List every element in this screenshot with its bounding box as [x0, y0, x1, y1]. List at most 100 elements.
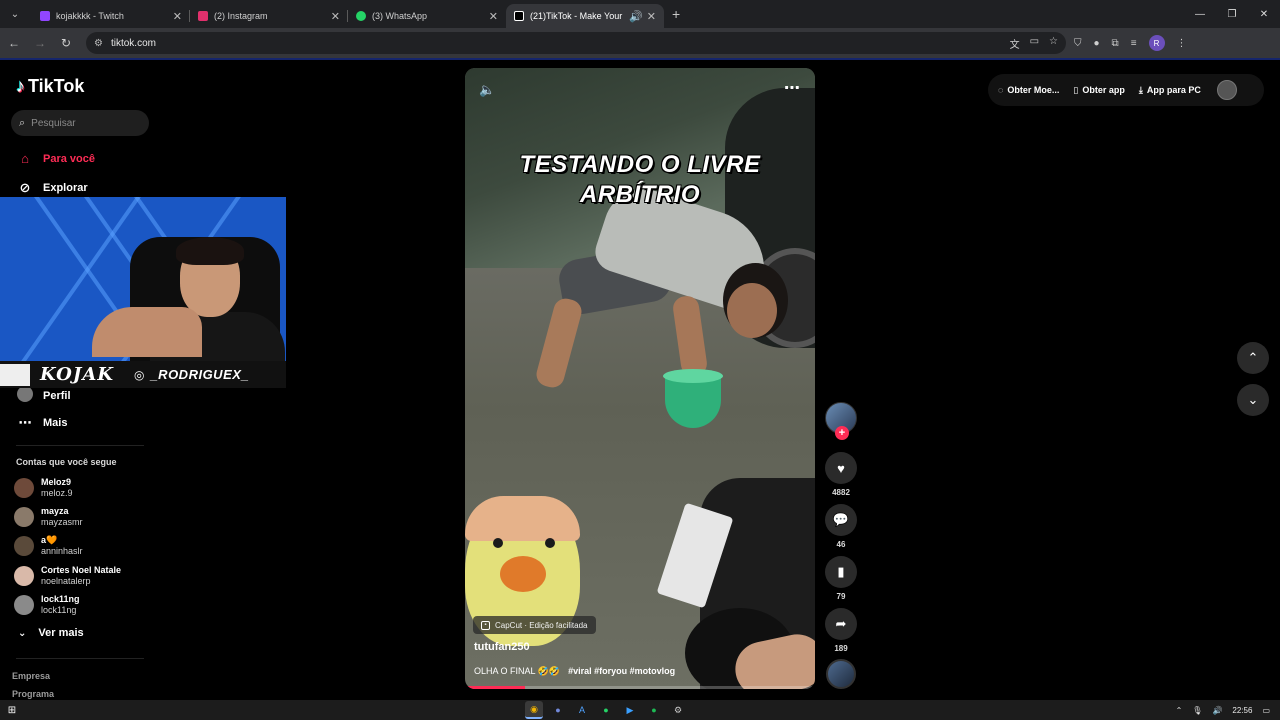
share-button[interactable]: ➦: [825, 608, 857, 640]
previous-video-button[interactable]: ⌃: [1237, 342, 1269, 374]
pc-app-button[interactable]: ⤓ App para PC: [1139, 85, 1201, 96]
share-arrow-icon: ➦: [835, 616, 847, 631]
close-tab-icon[interactable]: ✕: [647, 10, 656, 23]
next-video-button[interactable]: ⌄: [1237, 384, 1269, 416]
tab-whatsapp[interactable]: (3) WhatsApp ✕: [348, 4, 506, 28]
followed-account[interactable]: mayza mayzasmr: [14, 506, 83, 528]
clock[interactable]: 22:56: [1232, 706, 1252, 715]
profile-avatar[interactable]: R: [1148, 35, 1165, 51]
capcut-icon: ▪: [481, 620, 490, 630]
get-app-button[interactable]: ▯ Obter app: [1073, 85, 1124, 96]
video-progress-bar[interactable]: [465, 686, 815, 689]
vscode-icon[interactable]: ▶: [621, 701, 639, 719]
maximize-button[interactable]: ❐: [1216, 0, 1248, 28]
instagram-icon: ◎: [133, 367, 145, 382]
tab-instagram[interactable]: (2) Instagram ✕: [190, 4, 348, 28]
url-field[interactable]: ⚙ tiktok.com 文 ▭ ☆: [86, 32, 1066, 54]
video-description: OLHA O FINAL 🤣🤣 #viral #foryou #motovlog: [474, 666, 676, 677]
comment-button[interactable]: 💬: [825, 504, 857, 536]
puzzle-icon[interactable]: ⧉: [1112, 38, 1119, 49]
close-window-button[interactable]: ✕: [1248, 0, 1280, 28]
more-options-icon[interactable]: ⋯: [784, 78, 801, 98]
save-button[interactable]: ▮: [825, 556, 857, 588]
save-count: 79: [836, 592, 846, 601]
address-toolbar: ← → ↻ ⚙ tiktok.com 文 ▭ ☆ ⛉ ● ⧉ ≡ R ⋮: [0, 28, 1280, 58]
browser-menu-icon[interactable]: ⋮: [1177, 38, 1187, 49]
tab-tiktok[interactable]: (21)TikTok - Make Your Day 🔊 ✕: [506, 4, 664, 28]
like-button[interactable]: ♥: [825, 452, 857, 484]
twitch-icon: [40, 11, 50, 21]
minimize-button[interactable]: —: [1184, 0, 1216, 28]
tiktok-note-icon: ♪: [16, 76, 25, 96]
tab-groups-icon[interactable]: ≡: [1131, 38, 1137, 49]
music-disc-icon[interactable]: [826, 659, 856, 689]
bookmark-icon: ▮: [837, 564, 845, 579]
footer-link-company[interactable]: Empresa: [12, 671, 50, 681]
nav-label: Para você: [43, 152, 95, 165]
windows-start-icon[interactable]: ⊞: [2, 700, 22, 720]
whatsapp-icon[interactable]: ●: [597, 701, 615, 719]
close-tab-icon[interactable]: ✕: [173, 10, 182, 23]
forward-button[interactable]: →: [28, 31, 52, 55]
nav-more[interactable]: ⋯ Mais: [16, 415, 68, 431]
avatar: [14, 478, 34, 498]
chrome-icon[interactable]: ◉: [525, 701, 543, 719]
spotify-icon[interactable]: ●: [645, 701, 663, 719]
following-section-title: Contas que você segue: [16, 457, 117, 467]
settings-gear-icon[interactable]: ⚙: [669, 701, 687, 719]
speaker-icon[interactable]: 🔊: [1212, 706, 1222, 715]
nav-for-you[interactable]: ⌂ Para você: [16, 151, 95, 166]
see-more-button[interactable]: ⌄ Ver mais: [18, 627, 84, 639]
followed-account[interactable]: Meloz9 meloz.9: [14, 477, 73, 499]
compass-icon: ⊘: [19, 180, 31, 195]
audio-playing-icon[interactable]: 🔊: [629, 10, 643, 23]
get-coins-button[interactable]: ◌ Obter Moe...: [998, 85, 1059, 95]
microphone-icon[interactable]: 🎙: [1192, 706, 1202, 715]
capcut-badge[interactable]: ▪ CapCut · Edição facilitada: [473, 616, 596, 634]
webcam-overlay: [0, 197, 286, 361]
reload-button[interactable]: ↻: [54, 31, 78, 55]
followed-account[interactable]: Cortes Noel Natale noelnatalerp: [14, 565, 121, 587]
back-button[interactable]: ←: [2, 31, 26, 55]
video-player[interactable]: TESTANDO O LIVRE ARBÍTRIO 🔈 ⋯ ▪ CapCut ·…: [465, 68, 815, 689]
close-tab-icon[interactable]: ✕: [489, 10, 498, 23]
footer-link-program[interactable]: Programa: [12, 689, 54, 699]
tray-chevron-icon[interactable]: ⌃: [1176, 706, 1183, 715]
avatar: [14, 507, 34, 527]
see-more-label: Ver mais: [38, 627, 84, 639]
new-tab-button[interactable]: +: [672, 6, 680, 22]
extension-icon[interactable]: ●: [1094, 38, 1100, 49]
nav-label: Perfil: [43, 389, 71, 402]
close-tab-icon[interactable]: ✕: [331, 10, 340, 23]
followed-account[interactable]: lock11ng lock11ng: [14, 594, 80, 616]
avatar: [14, 566, 34, 586]
tab-search-icon[interactable]: ⌄: [4, 4, 26, 24]
chevron-down-icon: ⌄: [18, 627, 27, 639]
nav-explore[interactable]: ⊘ Explorar: [16, 180, 88, 196]
app-a-icon[interactable]: A: [573, 701, 591, 719]
notifications-icon[interactable]: ▭: [1262, 706, 1270, 715]
search-input[interactable]: ⌕ Pesquisar: [11, 110, 149, 136]
more-dots-icon: ⋯: [18, 415, 32, 430]
followed-account[interactable]: a🧡 anninhaslr: [14, 535, 83, 557]
bookmark-star-icon[interactable]: ☆: [1049, 36, 1058, 51]
nav-profile[interactable]: Perfil: [16, 386, 71, 405]
volume-icon[interactable]: 🔈: [479, 82, 495, 98]
tab-title: kojakkkk - Twitch: [56, 11, 124, 21]
logo-text: TikTok: [28, 76, 85, 96]
video-author[interactable]: tutufan250: [474, 641, 530, 653]
translate-icon[interactable]: 文: [1010, 36, 1020, 51]
follow-plus-icon[interactable]: +: [835, 426, 849, 440]
user-avatar[interactable]: [1216, 80, 1237, 100]
browser-tab-strip: ⌄ kojakkkk - Twitch ✕ (2) Instagram ✕ (3…: [0, 0, 1280, 28]
site-info-icon[interactable]: ⚙: [94, 38, 103, 49]
tiktok-logo[interactable]: ♪ TikTok: [16, 76, 84, 97]
discord-icon[interactable]: ●: [549, 701, 567, 719]
nav-label: Mais: [43, 417, 68, 429]
instagram-icon: [198, 11, 208, 21]
tab-twitch[interactable]: kojakkkk - Twitch ✕: [32, 4, 190, 28]
cast-icon[interactable]: ▭: [1030, 36, 1039, 51]
comment-count: 46: [836, 540, 846, 549]
shield-icon[interactable]: ⛉: [1074, 38, 1082, 49]
hashtags[interactable]: #viral #foryou #motovlog: [568, 666, 675, 677]
